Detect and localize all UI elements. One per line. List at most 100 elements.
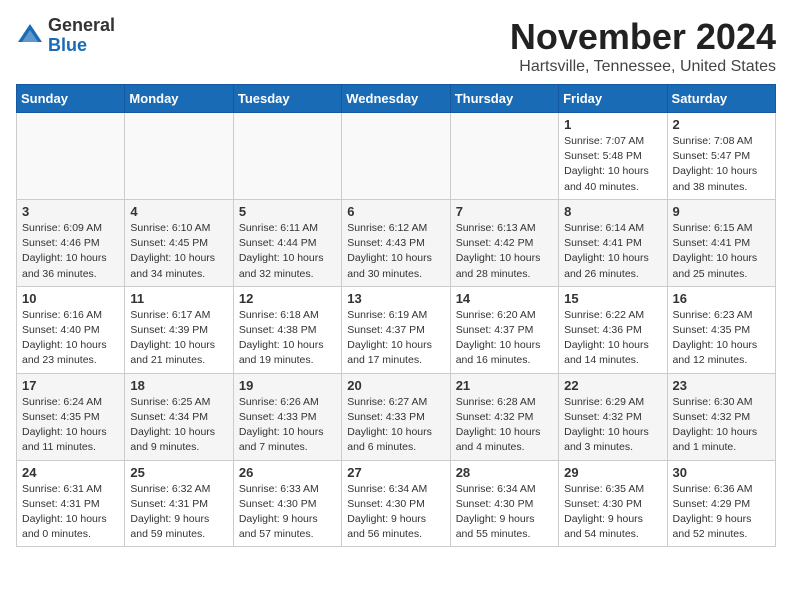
day-info: Sunrise: 6:22 AMSunset: 4:36 PMDaylight:… [564,308,661,369]
day-number: 26 [239,465,336,480]
weekday-header-row: SundayMondayTuesdayWednesdayThursdayFrid… [17,85,776,113]
weekday-header-wednesday: Wednesday [342,85,450,113]
day-number: 23 [673,378,770,393]
day-info: Sunrise: 6:11 AMSunset: 4:44 PMDaylight:… [239,221,336,282]
day-cell: 23 Sunrise: 6:30 AMSunset: 4:32 PMDayligh… [667,373,775,460]
day-number: 27 [347,465,444,480]
day-cell: 14 Sunrise: 6:20 AMSunset: 4:37 PMDayligh… [450,286,558,373]
day-cell [125,113,233,200]
day-number: 29 [564,465,661,480]
day-info: Sunrise: 6:24 AMSunset: 4:35 PMDaylight:… [22,395,119,456]
day-info: Sunrise: 6:14 AMSunset: 4:41 PMDaylight:… [564,221,661,282]
day-number: 18 [130,378,227,393]
day-info: Sunrise: 6:18 AMSunset: 4:38 PMDaylight:… [239,308,336,369]
day-cell: 9Sunrise: 6:15 AMSunset: 4:41 PMDaylight… [667,199,775,286]
weekday-header-sunday: Sunday [17,85,125,113]
day-number: 15 [564,291,661,306]
day-cell: 6Sunrise: 6:12 AMSunset: 4:43 PMDaylight… [342,199,450,286]
weekday-header-monday: Monday [125,85,233,113]
logo-text: General Blue [48,16,115,56]
day-info: Sunrise: 6:20 AMSunset: 4:37 PMDaylight:… [456,308,553,369]
day-cell: 4 Sunrise: 6:10 AMSunset: 4:45 PMDaylight… [125,199,233,286]
day-number: 12 [239,291,336,306]
weekday-header-saturday: Saturday [667,85,775,113]
day-cell: 12 Sunrise: 6:18 AMSunset: 4:38 PMDayligh… [233,286,341,373]
day-info: Sunrise: 6:10 AMSunset: 4:45 PMDaylight:… [130,221,227,282]
day-number: 19 [239,378,336,393]
day-cell [17,113,125,200]
day-info: Sunrise: 6:12 AMSunset: 4:43 PMDaylight:… [347,221,444,282]
day-number: 30 [673,465,770,480]
day-cell: 1Sunrise: 7:07 AMSunset: 5:48 PMDaylight… [559,113,667,200]
day-cell [233,113,341,200]
day-cell [342,113,450,200]
day-cell: 26Sunrise: 6:33 AMSunset: 4:30 PMDayligh… [233,460,341,547]
logo-general: General [48,15,115,35]
day-number: 17 [22,378,119,393]
logo-icon [16,22,44,50]
day-number: 4 [130,204,227,219]
day-info: Sunrise: 6:31 AMSunset: 4:31 PMDaylight:… [22,482,119,543]
page-header: General Blue November 2024 Hartsville, T… [16,16,776,76]
weekday-header-thursday: Thursday [450,85,558,113]
day-info: Sunrise: 6:27 AMSunset: 4:33 PMDaylight:… [347,395,444,456]
title-block: November 2024 Hartsville, Tennessee, Uni… [510,16,776,76]
day-number: 20 [347,378,444,393]
day-cell: 24 Sunrise: 6:31 AMSunset: 4:31 PMDayligh… [17,460,125,547]
day-info: Sunrise: 6:19 AMSunset: 4:37 PMDaylight:… [347,308,444,369]
week-row-4: 17 Sunrise: 6:24 AMSunset: 4:35 PMDayligh… [17,373,776,460]
day-cell: 18 Sunrise: 6:25 AMSunset: 4:34 PMDayligh… [125,373,233,460]
day-info: Sunrise: 6:34 AMSunset: 4:30 PMDaylight:… [347,482,444,543]
day-number: 9 [673,204,770,219]
day-cell: 27 Sunrise: 6:34 AMSunset: 4:30 PMDayligh… [342,460,450,547]
day-cell: 28 Sunrise: 6:34 AMSunset: 4:30 PMDayligh… [450,460,558,547]
logo: General Blue [16,16,115,56]
day-number: 11 [130,291,227,306]
weekday-header-friday: Friday [559,85,667,113]
day-cell: 3Sunrise: 6:09 AMSunset: 4:46 PMDaylight… [17,199,125,286]
day-info: Sunrise: 6:36 AMSunset: 4:29 PMDaylight:… [673,482,770,543]
day-number: 25 [130,465,227,480]
day-number: 2 [673,117,770,132]
day-cell: 20 Sunrise: 6:27 AMSunset: 4:33 PMDayligh… [342,373,450,460]
day-info: Sunrise: 6:28 AMSunset: 4:32 PMDaylight:… [456,395,553,456]
day-cell: 16Sunrise: 6:23 AMSunset: 4:35 PMDayligh… [667,286,775,373]
calendar-table: SundayMondayTuesdayWednesdayThursdayFrid… [16,84,776,547]
day-info: Sunrise: 6:25 AMSunset: 4:34 PMDaylight:… [130,395,227,456]
day-number: 28 [456,465,553,480]
week-row-2: 3Sunrise: 6:09 AMSunset: 4:46 PMDaylight… [17,199,776,286]
day-cell: 2 Sunrise: 7:08 AMSunset: 5:47 PMDaylight… [667,113,775,200]
day-number: 24 [22,465,119,480]
day-cell: 19 Sunrise: 6:26 AMSunset: 4:33 PMDayligh… [233,373,341,460]
week-row-1: 1Sunrise: 7:07 AMSunset: 5:48 PMDaylight… [17,113,776,200]
day-cell: 25Sunrise: 6:32 AMSunset: 4:31 PMDayligh… [125,460,233,547]
weekday-header-tuesday: Tuesday [233,85,341,113]
day-cell: 17 Sunrise: 6:24 AMSunset: 4:35 PMDayligh… [17,373,125,460]
day-cell: 5 Sunrise: 6:11 AMSunset: 4:44 PMDaylight… [233,199,341,286]
day-cell [450,113,558,200]
day-info: Sunrise: 6:35 AMSunset: 4:30 PMDaylight:… [564,482,661,543]
day-number: 22 [564,378,661,393]
day-info: Sunrise: 6:26 AMSunset: 4:33 PMDaylight:… [239,395,336,456]
day-number: 14 [456,291,553,306]
day-cell: 11 Sunrise: 6:17 AMSunset: 4:39 PMDayligh… [125,286,233,373]
day-number: 10 [22,291,119,306]
day-info: Sunrise: 6:30 AMSunset: 4:32 PMDaylight:… [673,395,770,456]
day-cell: 29 Sunrise: 6:35 AMSunset: 4:30 PMDayligh… [559,460,667,547]
day-info: Sunrise: 6:17 AMSunset: 4:39 PMDaylight:… [130,308,227,369]
day-number: 3 [22,204,119,219]
day-number: 5 [239,204,336,219]
day-info: Sunrise: 6:34 AMSunset: 4:30 PMDaylight:… [456,482,553,543]
day-number: 21 [456,378,553,393]
day-number: 16 [673,291,770,306]
day-cell: 30 Sunrise: 6:36 AMSunset: 4:29 PMDayligh… [667,460,775,547]
day-cell: 10Sunrise: 6:16 AMSunset: 4:40 PMDayligh… [17,286,125,373]
day-cell: 7Sunrise: 6:13 AMSunset: 4:42 PMDaylight… [450,199,558,286]
day-cell: 22Sunrise: 6:29 AMSunset: 4:32 PMDayligh… [559,373,667,460]
day-info: Sunrise: 7:08 AMSunset: 5:47 PMDaylight:… [673,134,770,195]
day-cell: 21 Sunrise: 6:28 AMSunset: 4:32 PMDayligh… [450,373,558,460]
day-cell: 13 Sunrise: 6:19 AMSunset: 4:37 PMDayligh… [342,286,450,373]
day-number: 13 [347,291,444,306]
location: Hartsville, Tennessee, United States [510,58,776,76]
day-info: Sunrise: 7:07 AMSunset: 5:48 PMDaylight:… [564,134,661,195]
